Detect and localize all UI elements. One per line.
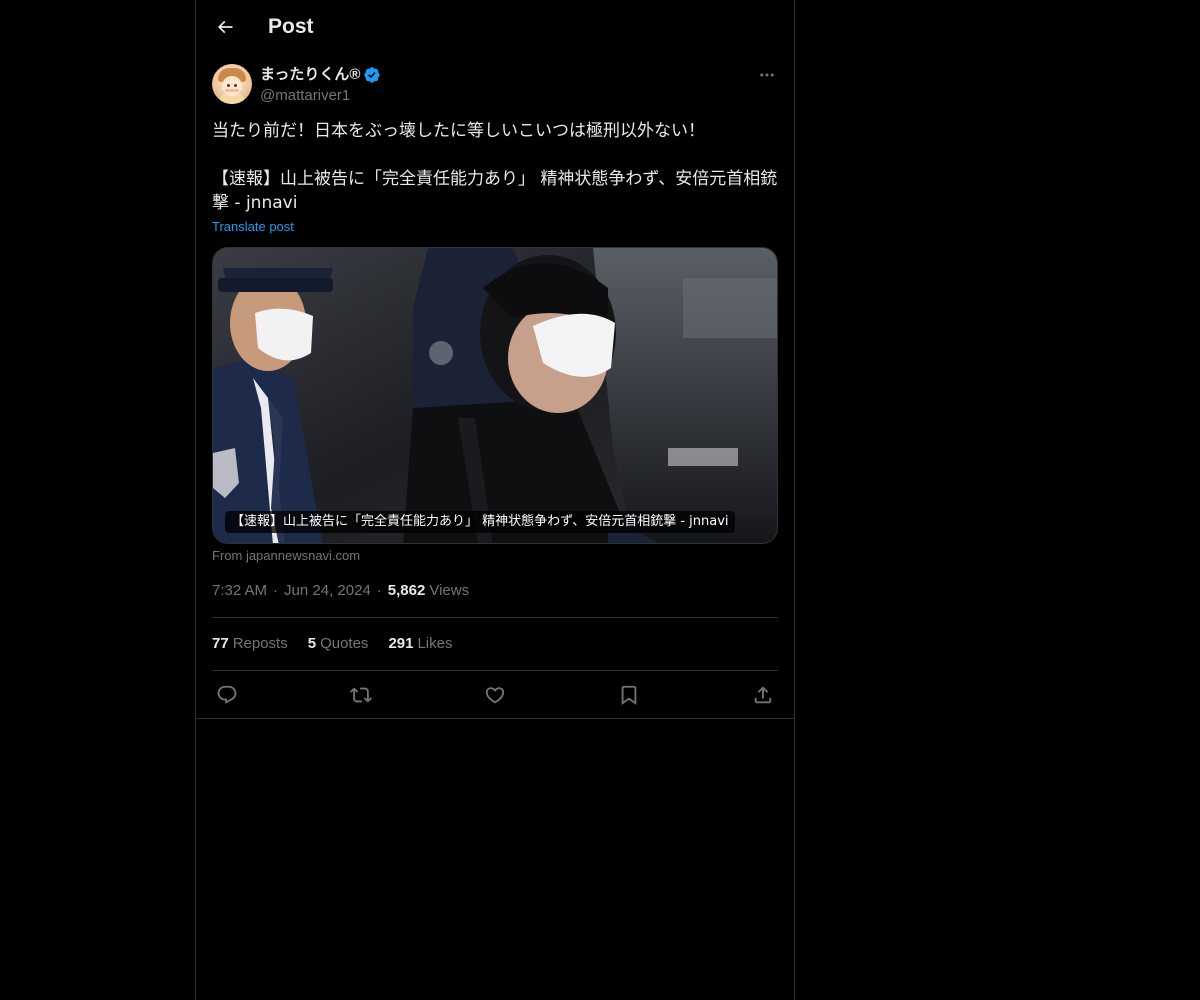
reposts-stat[interactable]: 77 Reposts [212,633,288,655]
card-image [213,248,777,543]
post-text-line: 【速報】山上被告に「完全責任能力あり」 精神状態争わず、安倍元首相銃撃 - jn… [212,169,778,213]
post-text: 当たり前だ！日本をぶっ壊したに等しいこいつは極刑以外ない！ 【速報】山上被告に「… [212,119,778,215]
quotes-label: Quotes [320,635,369,652]
likes-label: Likes [417,635,453,652]
bookmark-icon [618,684,640,706]
card-caption: 【速報】山上被告に「完全責任能力あり」 精神状態争わず、安倍元首相銃撃 - jn… [225,511,735,533]
likes-count: 291 [388,635,414,652]
views-label: Views [429,582,470,599]
reply-button[interactable] [212,680,242,710]
link-card[interactable]: 【速報】山上被告に「完全責任能力あり」 精神状態争わず、安倍元首相銃撃 - jn… [212,247,778,544]
post-time[interactable]: 7:32 AM [212,580,267,602]
post-bottom-border [196,718,794,719]
quotes-stat[interactable]: 5 Quotes [308,633,369,655]
author-name-row: まったりくん® [260,64,381,85]
reply-icon [216,684,238,706]
arrow-left-icon [215,17,235,37]
share-button[interactable] [748,680,778,710]
page-header: Post [196,0,794,53]
likes-stat[interactable]: 291 Likes [388,633,452,655]
primary-column: Post まったりくん® @mattariver1 当たり前だ！日本をぶっ壊した… [195,0,795,1000]
views-count: 5,862 [387,582,426,599]
post-text-line: 当たり前だ！日本をぶっ壊したに等しいこいつは極刑以外ない！ [212,121,705,141]
translate-post-link[interactable]: Translate post [212,218,294,236]
separator-dot: · [376,582,382,599]
repost-button[interactable] [346,680,376,710]
quotes-count: 5 [307,635,317,652]
post-date[interactable]: Jun 24, 2024 [284,580,371,602]
post-meta: 7:32 AM · Jun 24, 2024 · 5,862 Views [212,580,469,602]
more-horizontal-icon [758,66,776,84]
verified-badge-icon[interactable] [363,66,381,84]
divider [212,670,778,671]
share-icon [752,684,774,706]
separator-dot: · [273,582,279,599]
avatar[interactable] [212,64,252,104]
more-options-button[interactable] [756,64,778,86]
back-button[interactable] [208,10,242,44]
heart-icon [484,684,506,706]
card-source[interactable]: From japannewsnavi.com [212,547,360,565]
author-display-name[interactable]: まったりくん® [260,65,360,85]
reposts-count: 77 [212,635,229,652]
post-actions [212,680,778,710]
repost-icon [350,684,372,706]
page-title: Post [268,15,314,38]
author-handle[interactable]: @mattariver1 [260,86,350,106]
reposts-label: Reposts [232,635,288,652]
bookmark-button[interactable] [614,680,644,710]
engagement-stats: 77 Reposts 5 Quotes 291 Likes [212,633,473,655]
divider [212,617,778,618]
like-button[interactable] [480,680,510,710]
